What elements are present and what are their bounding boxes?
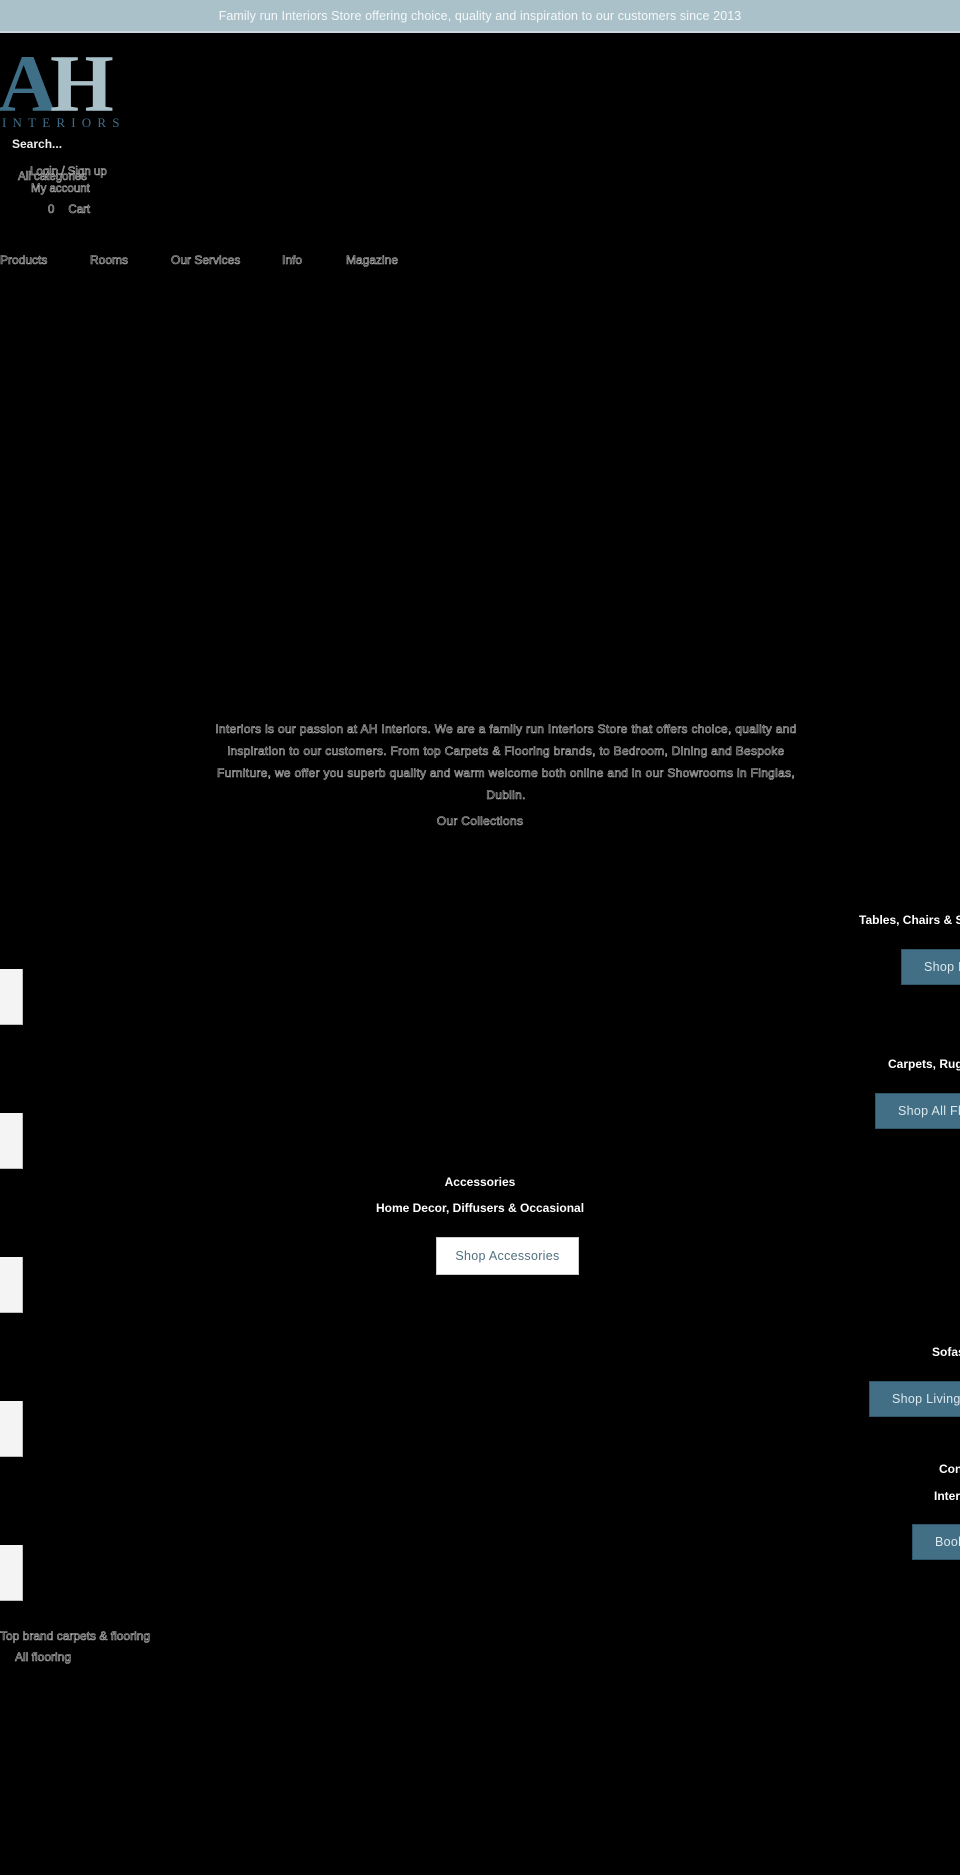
cart-link[interactable]: 0 Cart xyxy=(48,204,104,217)
announcement-bar: Family run Interiors Store offering choi… xyxy=(0,0,960,33)
collection-thumbnail[interactable] xyxy=(0,1257,23,1313)
collection-subtitle-accessories: Home Decor, Diffusers & Occasional xyxy=(375,1201,585,1215)
shop-all-flooring-button[interactable]: Shop All Flo xyxy=(875,1093,960,1129)
collection-thumbnail[interactable] xyxy=(0,1401,23,1457)
search-input[interactable]: Search... xyxy=(12,137,62,151)
collection-title-accessories: Accessories xyxy=(444,1175,516,1189)
cart-count: 0 xyxy=(48,204,55,217)
logo-wordmark: INTERIORS xyxy=(2,115,126,129)
collection-thumbnail[interactable] xyxy=(0,1113,23,1169)
nav-item-products[interactable]: Products xyxy=(0,253,48,268)
announcement-text: Family run Interiors Store offering choi… xyxy=(218,8,742,23)
all-categories-select[interactable]: All categories xyxy=(18,171,88,184)
nav-item-our-services[interactable]: Our Services xyxy=(171,253,241,268)
nav-item-magazine[interactable]: Magazine xyxy=(346,253,399,268)
collection-thumbnail[interactable] xyxy=(0,969,23,1025)
book-consultation-button[interactable]: Book xyxy=(912,1524,960,1560)
our-collections-heading: Our Collections xyxy=(436,814,524,829)
ah-interiors-logo[interactable]: A H INTERIORS xyxy=(0,47,128,129)
collection-subtitle-consultation: Interi xyxy=(934,1489,960,1503)
collection-thumbnail[interactable] xyxy=(0,1545,23,1601)
footer-heading: Top brand carpets & flooring xyxy=(0,1629,151,1644)
shop-living-room-button[interactable]: Shop Living R xyxy=(869,1381,960,1417)
all-flooring-link[interactable]: All flooring xyxy=(15,1650,72,1665)
collection-title-consultation: Con xyxy=(939,1462,960,1476)
nav-item-info[interactable]: Info xyxy=(282,253,303,268)
shop-accessories-button[interactable]: Shop Accessories xyxy=(436,1237,579,1275)
my-account-link[interactable]: My account xyxy=(31,183,90,196)
collection-title-dining: Tables, Chairs & S xyxy=(859,913,960,927)
collection-title-sofas: Sofas xyxy=(932,1345,960,1359)
shop-dining-button[interactable]: Shop D xyxy=(901,949,960,985)
collection-title-flooring: Carpets, Rugs xyxy=(888,1057,960,1071)
nav-item-rooms[interactable]: Rooms xyxy=(90,253,129,268)
cart-label: Cart xyxy=(68,204,91,217)
intro-text: Interiors is our passion at AH Interiors… xyxy=(215,722,797,803)
